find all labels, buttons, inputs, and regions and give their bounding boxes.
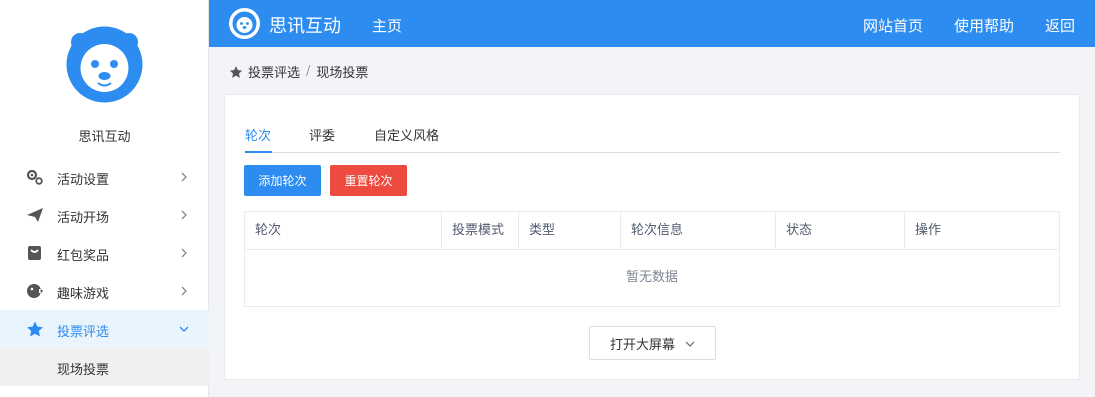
column-header-status: 状态 [776,212,905,250]
chevron-right-icon [179,171,189,182]
top-header: 思讯互动 主页 网站首页 使用帮助 返回 [209,0,1095,47]
chevron-right-icon [179,285,189,296]
rounds-table: 轮次 投票模式 类型 轮次信息 状态 操作 暂无数据 [244,211,1060,307]
table-empty-text: 暂无数据 [625,270,678,285]
sidebar-item-fun-games[interactable]: 趣味游戏 [0,272,209,310]
chevron-right-icon [179,209,189,220]
org-name: 思讯互动 [78,130,131,145]
column-header-round: 轮次 [245,212,442,250]
breadcrumb: 投票评选 / 现场投票 [229,62,368,81]
sidebar-item-activity-opening[interactable]: 活动开场 [0,196,209,234]
breadcrumb-item[interactable]: 投票评选 [248,62,300,81]
add-round-button[interactable]: 添加轮次 [244,165,321,196]
sidebar: 思讯互动 活动设置 活动开场 红包奖品 趣味游戏 投票评选 现场投票 [0,0,209,397]
sidebar-item-label: 活动设置 [57,173,110,188]
column-header-type: 类型 [519,212,621,250]
content-card: 轮次 评委 自定义风格 添加轮次 重置轮次 轮次 投票模式 类型 轮次信息 状态… [224,94,1080,380]
star-icon [26,321,44,337]
sidebar-item-activity-settings[interactable]: 活动设置 [0,158,209,196]
chevron-right-icon [179,247,189,258]
org-logo [66,26,143,103]
open-big-screen-button[interactable]: 打开大屏幕 [589,326,716,360]
sidebar-item-red-packet-prizes[interactable]: 红包奖品 [0,234,209,272]
nav-back-link[interactable]: 返回 [1045,15,1075,36]
sidebar-item-label: 趣味游戏 [57,287,110,302]
sidebar-item-label: 红包奖品 [57,249,110,264]
sidebar-item-label: 活动开场 [57,211,110,226]
tab-custom-style[interactable]: 自定义风格 [374,125,439,144]
sidebar-item-voting[interactable]: 投票评选 [0,310,209,348]
paper-plane-icon [26,207,44,223]
tab-judges[interactable]: 评委 [309,125,335,144]
brand-name[interactable]: 思讯互动 [269,12,341,38]
nav-website-home-link[interactable]: 网站首页 [863,15,923,36]
open-big-screen-label: 打开大屏幕 [609,337,675,353]
game-icon [26,283,44,299]
sidebar-item-label: 投票评选 [57,325,110,340]
sidebar-subitem-live-voting[interactable]: 现场投票 [0,348,209,386]
chevron-down-icon [179,323,189,333]
chevron-down-icon [685,338,695,348]
table-header: 轮次 投票模式 类型 轮次信息 状态 操作 [245,212,1059,250]
star-icon [229,65,243,79]
breadcrumb-item-current: 现场投票 [316,66,369,81]
nav-home-link[interactable]: 主页 [372,15,402,36]
brand-logo-icon [228,7,261,40]
reset-rounds-button[interactable]: 重置轮次 [330,165,407,196]
tab-bar: 轮次 评委 自定义风格 [245,125,1060,153]
lion-logo-icon [66,26,143,103]
tab-rounds[interactable]: 轮次 [245,125,271,144]
gift-icon [26,245,44,261]
nav-help-link[interactable]: 使用帮助 [954,15,1014,36]
column-header-actions: 操作 [915,223,942,238]
column-header-vote-mode: 投票模式 [442,212,519,250]
gear-icon [26,169,44,185]
column-header-round-info: 轮次信息 [621,212,776,250]
tab-active-indicator [245,151,272,153]
sidebar-subitem-label: 现场投票 [57,363,110,378]
breadcrumb-separator: / [306,64,311,79]
